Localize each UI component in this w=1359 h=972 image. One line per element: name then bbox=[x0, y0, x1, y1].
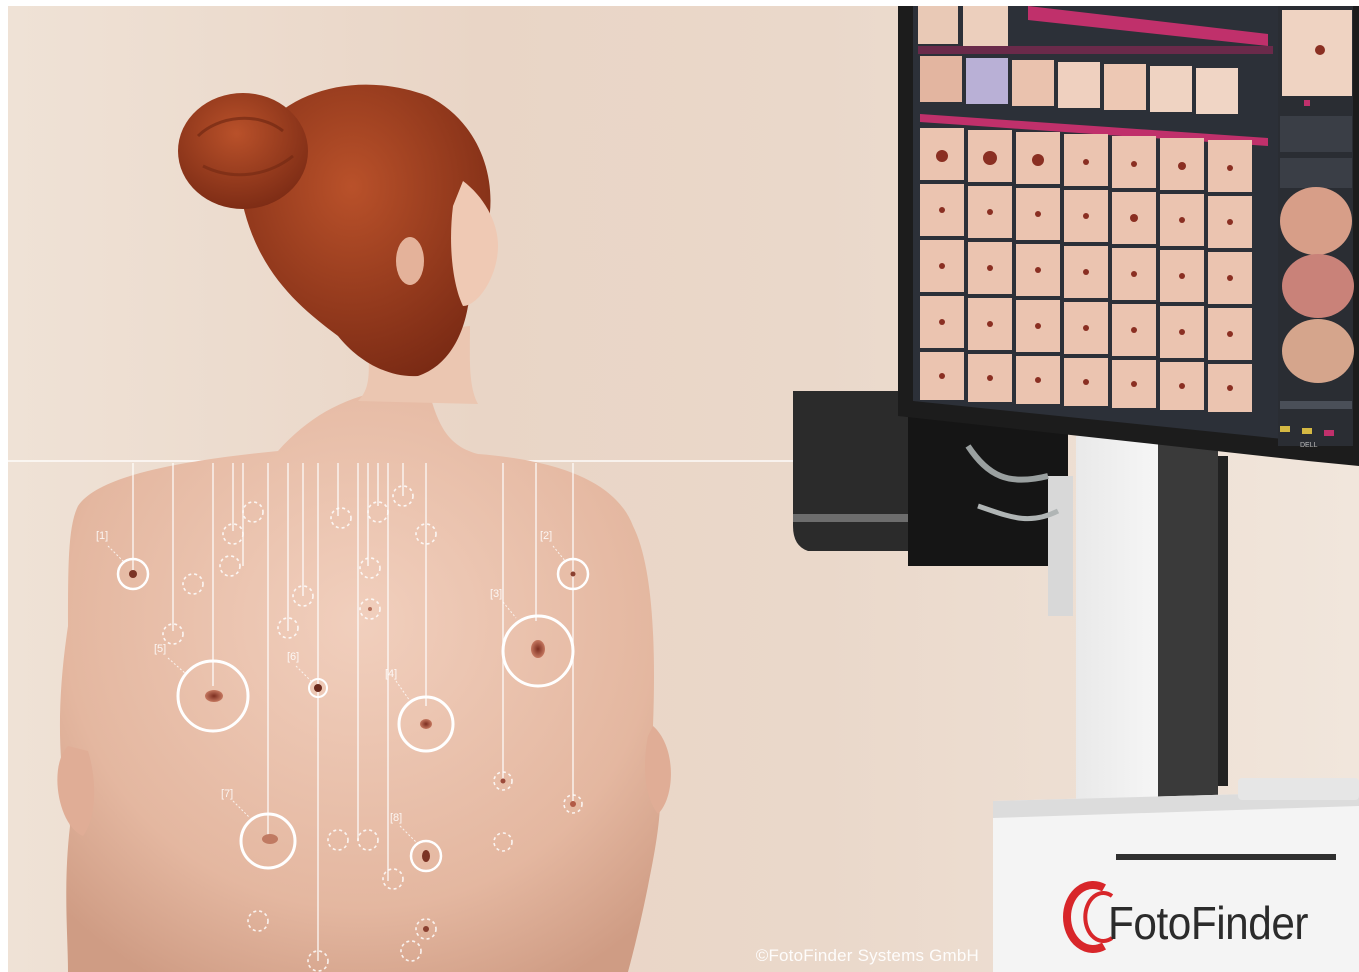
spot-label-4: [4] bbox=[385, 668, 398, 680]
spot-label-3: [3] bbox=[490, 588, 503, 600]
spot-label-7: [7] bbox=[221, 788, 234, 800]
spot-label-1: [1] bbox=[96, 530, 109, 542]
woman-figure bbox=[57, 84, 671, 972]
monitor-brand: DELL bbox=[1300, 442, 1318, 449]
spot-label-8: [8] bbox=[390, 812, 403, 824]
photo-credit: ©FotoFinder Systems GmbH bbox=[755, 946, 979, 965]
fotofinder-logo: FotoFinder bbox=[1108, 897, 1309, 949]
product-photo: [1] [2] [3] [4] [5] [6] [7] [8] DELL Fot… bbox=[8, 6, 1359, 972]
spot-label-6: [6] bbox=[287, 651, 300, 663]
spot-label-5: [5] bbox=[154, 643, 167, 655]
fotofinder-device bbox=[793, 6, 1359, 972]
photo-scene bbox=[8, 6, 1359, 972]
spot-label-2: [2] bbox=[540, 530, 553, 542]
thumb-grid bbox=[920, 128, 1252, 412]
